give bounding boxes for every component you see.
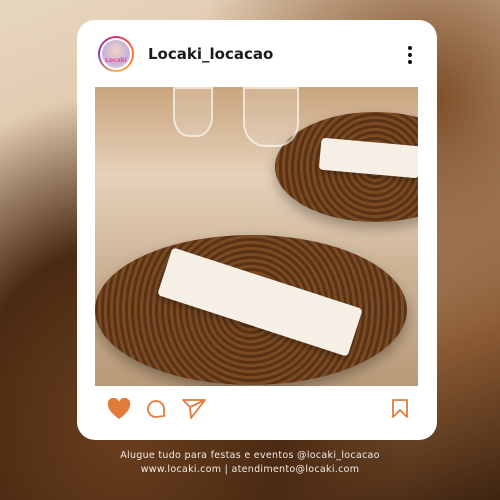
footer-contact: www.locaki.com | atendimento@locaki.com [140,464,360,475]
heart-icon[interactable] [107,398,131,420]
footer-tagline: Alugue tudo para festas e eventos @locak… [120,450,380,461]
bookmark-icon[interactable] [391,398,409,420]
footer: Alugue tudo para festas e eventos @locak… [0,449,500,477]
post-card: Locaki Locaki_locacao [77,20,437,440]
avatar-logo-text: Locaki [105,57,127,64]
avatar[interactable]: Locaki [98,36,134,72]
post-photo [95,87,418,386]
more-icon[interactable] [407,46,413,64]
username[interactable]: Locaki_locacao [148,45,273,63]
wine-glass [243,87,299,147]
comment-icon[interactable] [145,398,167,420]
wine-glass [173,87,213,137]
share-icon[interactable] [181,398,207,420]
